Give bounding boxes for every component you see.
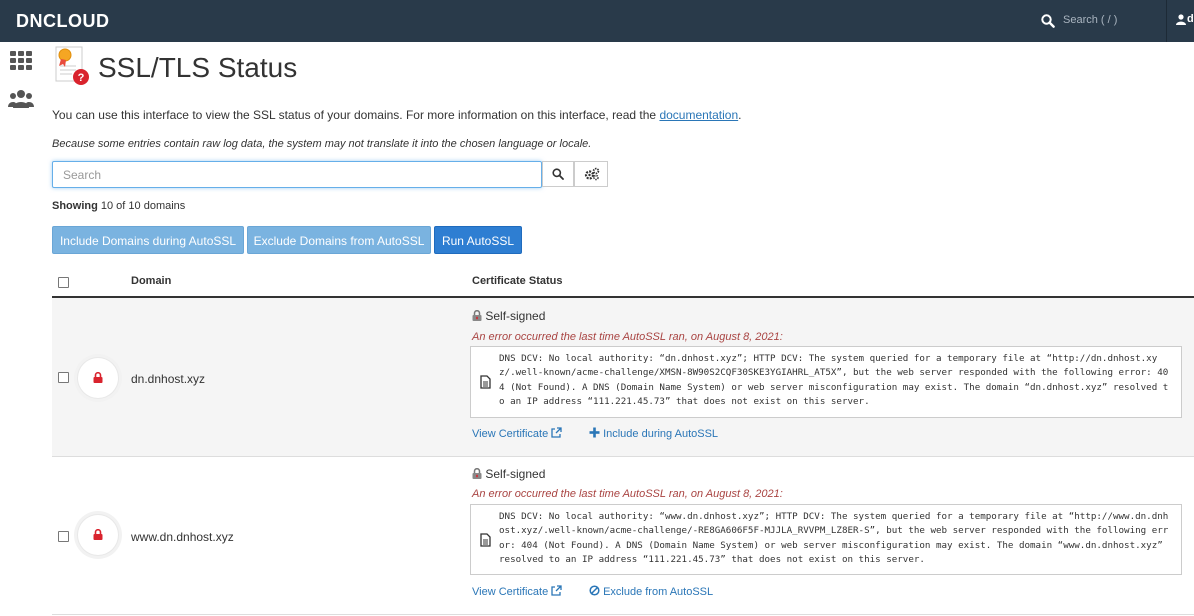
settings-button[interactable] bbox=[574, 161, 608, 187]
intro-text: You can use this interface to view the S… bbox=[52, 108, 742, 122]
brand-logo[interactable]: DNCLOUD bbox=[16, 11, 110, 32]
view-certificate-label: View Certificate bbox=[472, 586, 549, 598]
include-during-autossl-label: Include during AutoSSL bbox=[603, 428, 719, 440]
showing-count: Showing 10 of 10 domains bbox=[52, 200, 185, 212]
username: d bbox=[1187, 13, 1194, 25]
exclude-from-autossl-link[interactable]: Exclude from AutoSSL bbox=[589, 585, 713, 598]
magnifier-icon bbox=[552, 168, 564, 180]
view-certificate-label: View Certificate bbox=[472, 428, 549, 440]
table-row: dn.dnhost.xyz Self-signed An error occur… bbox=[52, 298, 1194, 457]
table-row: www.dn.dnhost.xyz Self-signed An error o… bbox=[52, 457, 1194, 615]
exclude-from-autossl-label: Exclude from AutoSSL bbox=[603, 586, 714, 598]
external-link-icon bbox=[551, 585, 562, 596]
showing-label: Showing bbox=[52, 200, 98, 212]
locale-note: Because some entries contain raw log dat… bbox=[52, 138, 592, 150]
autossl-error-title: An error occurred the last time AutoSSL … bbox=[472, 331, 783, 343]
certificate-status: Self-signed bbox=[472, 309, 545, 323]
search-button[interactable] bbox=[542, 161, 574, 187]
exclude-domains-button[interactable]: Exclude Domains from AutoSSL bbox=[247, 226, 431, 254]
view-certificate-link[interactable]: View Certificate bbox=[472, 585, 562, 598]
run-autossl-button[interactable]: Run AutoSSL bbox=[434, 226, 522, 254]
users-icon[interactable] bbox=[8, 88, 34, 110]
documentation-link[interactable]: documentation bbox=[659, 108, 738, 122]
search-icon[interactable] bbox=[1041, 14, 1055, 28]
padlock-icon bbox=[472, 467, 482, 479]
error-log-box: DNS DCV: No local authority: “www.dn.dnh… bbox=[470, 504, 1182, 575]
error-log-box: DNS DCV: No local authority: “dn.dnhost.… bbox=[470, 346, 1182, 418]
user-menu[interactable]: d bbox=[1166, 0, 1194, 42]
row-checkbox[interactable] bbox=[58, 531, 69, 542]
status-label: Self-signed bbox=[485, 309, 546, 323]
lock-icon bbox=[93, 529, 103, 540]
status-label: Self-signed bbox=[485, 467, 546, 481]
domain-name: dn.dnhost.xyz bbox=[131, 372, 206, 386]
lock-badge bbox=[78, 515, 118, 555]
external-link-icon bbox=[551, 427, 562, 438]
cogs-icon bbox=[584, 167, 600, 181]
top-navbar: DNCLOUD Search ( / ) d bbox=[0, 0, 1194, 42]
document-icon bbox=[480, 375, 491, 389]
table-header: Domain Certificate Status bbox=[52, 268, 1194, 298]
apps-grid-icon[interactable] bbox=[8, 50, 34, 72]
ban-icon bbox=[589, 585, 600, 596]
intro-period: . bbox=[738, 108, 742, 122]
column-domain[interactable]: Domain bbox=[131, 275, 171, 287]
svg-text:?: ? bbox=[78, 72, 85, 84]
showing-value: 10 of 10 domains bbox=[100, 200, 186, 212]
ssl-status-icon: ? bbox=[55, 46, 89, 85]
user-icon bbox=[1176, 14, 1186, 25]
padlock-icon bbox=[472, 309, 482, 321]
error-log-text: DNS DCV: No local authority: “www.dn.dnh… bbox=[499, 511, 1169, 566]
global-search-field[interactable]: Search ( / ) bbox=[1063, 14, 1117, 26]
lock-icon bbox=[93, 372, 103, 383]
sidebar bbox=[0, 42, 41, 616]
error-log-text: DNS DCV: No local authority: “dn.dnhost.… bbox=[499, 353, 1169, 408]
lock-badge bbox=[78, 358, 118, 398]
include-during-autossl-link[interactable]: Include during AutoSSL bbox=[589, 427, 718, 440]
main-content: ? SSL/TLS Status You can use this interf… bbox=[40, 42, 1194, 616]
include-domains-button[interactable]: Include Domains during AutoSSL bbox=[52, 226, 244, 254]
intro-sentence: You can use this interface to view the S… bbox=[52, 108, 660, 122]
page-title: SSL/TLS Status bbox=[98, 52, 298, 83]
view-certificate-link[interactable]: View Certificate bbox=[472, 427, 562, 440]
search-input[interactable] bbox=[61, 162, 535, 187]
domain-name: www.dn.dnhost.xyz bbox=[131, 530, 234, 544]
certificate-status: Self-signed bbox=[472, 467, 545, 481]
plus-icon bbox=[589, 427, 600, 438]
column-certificate-status[interactable]: Certificate Status bbox=[472, 275, 562, 287]
document-icon bbox=[480, 533, 491, 547]
autossl-error-title: An error occurred the last time AutoSSL … bbox=[472, 488, 783, 500]
search-field[interactable] bbox=[52, 161, 542, 188]
select-all-checkbox[interactable] bbox=[58, 277, 69, 288]
row-checkbox[interactable] bbox=[58, 372, 69, 383]
